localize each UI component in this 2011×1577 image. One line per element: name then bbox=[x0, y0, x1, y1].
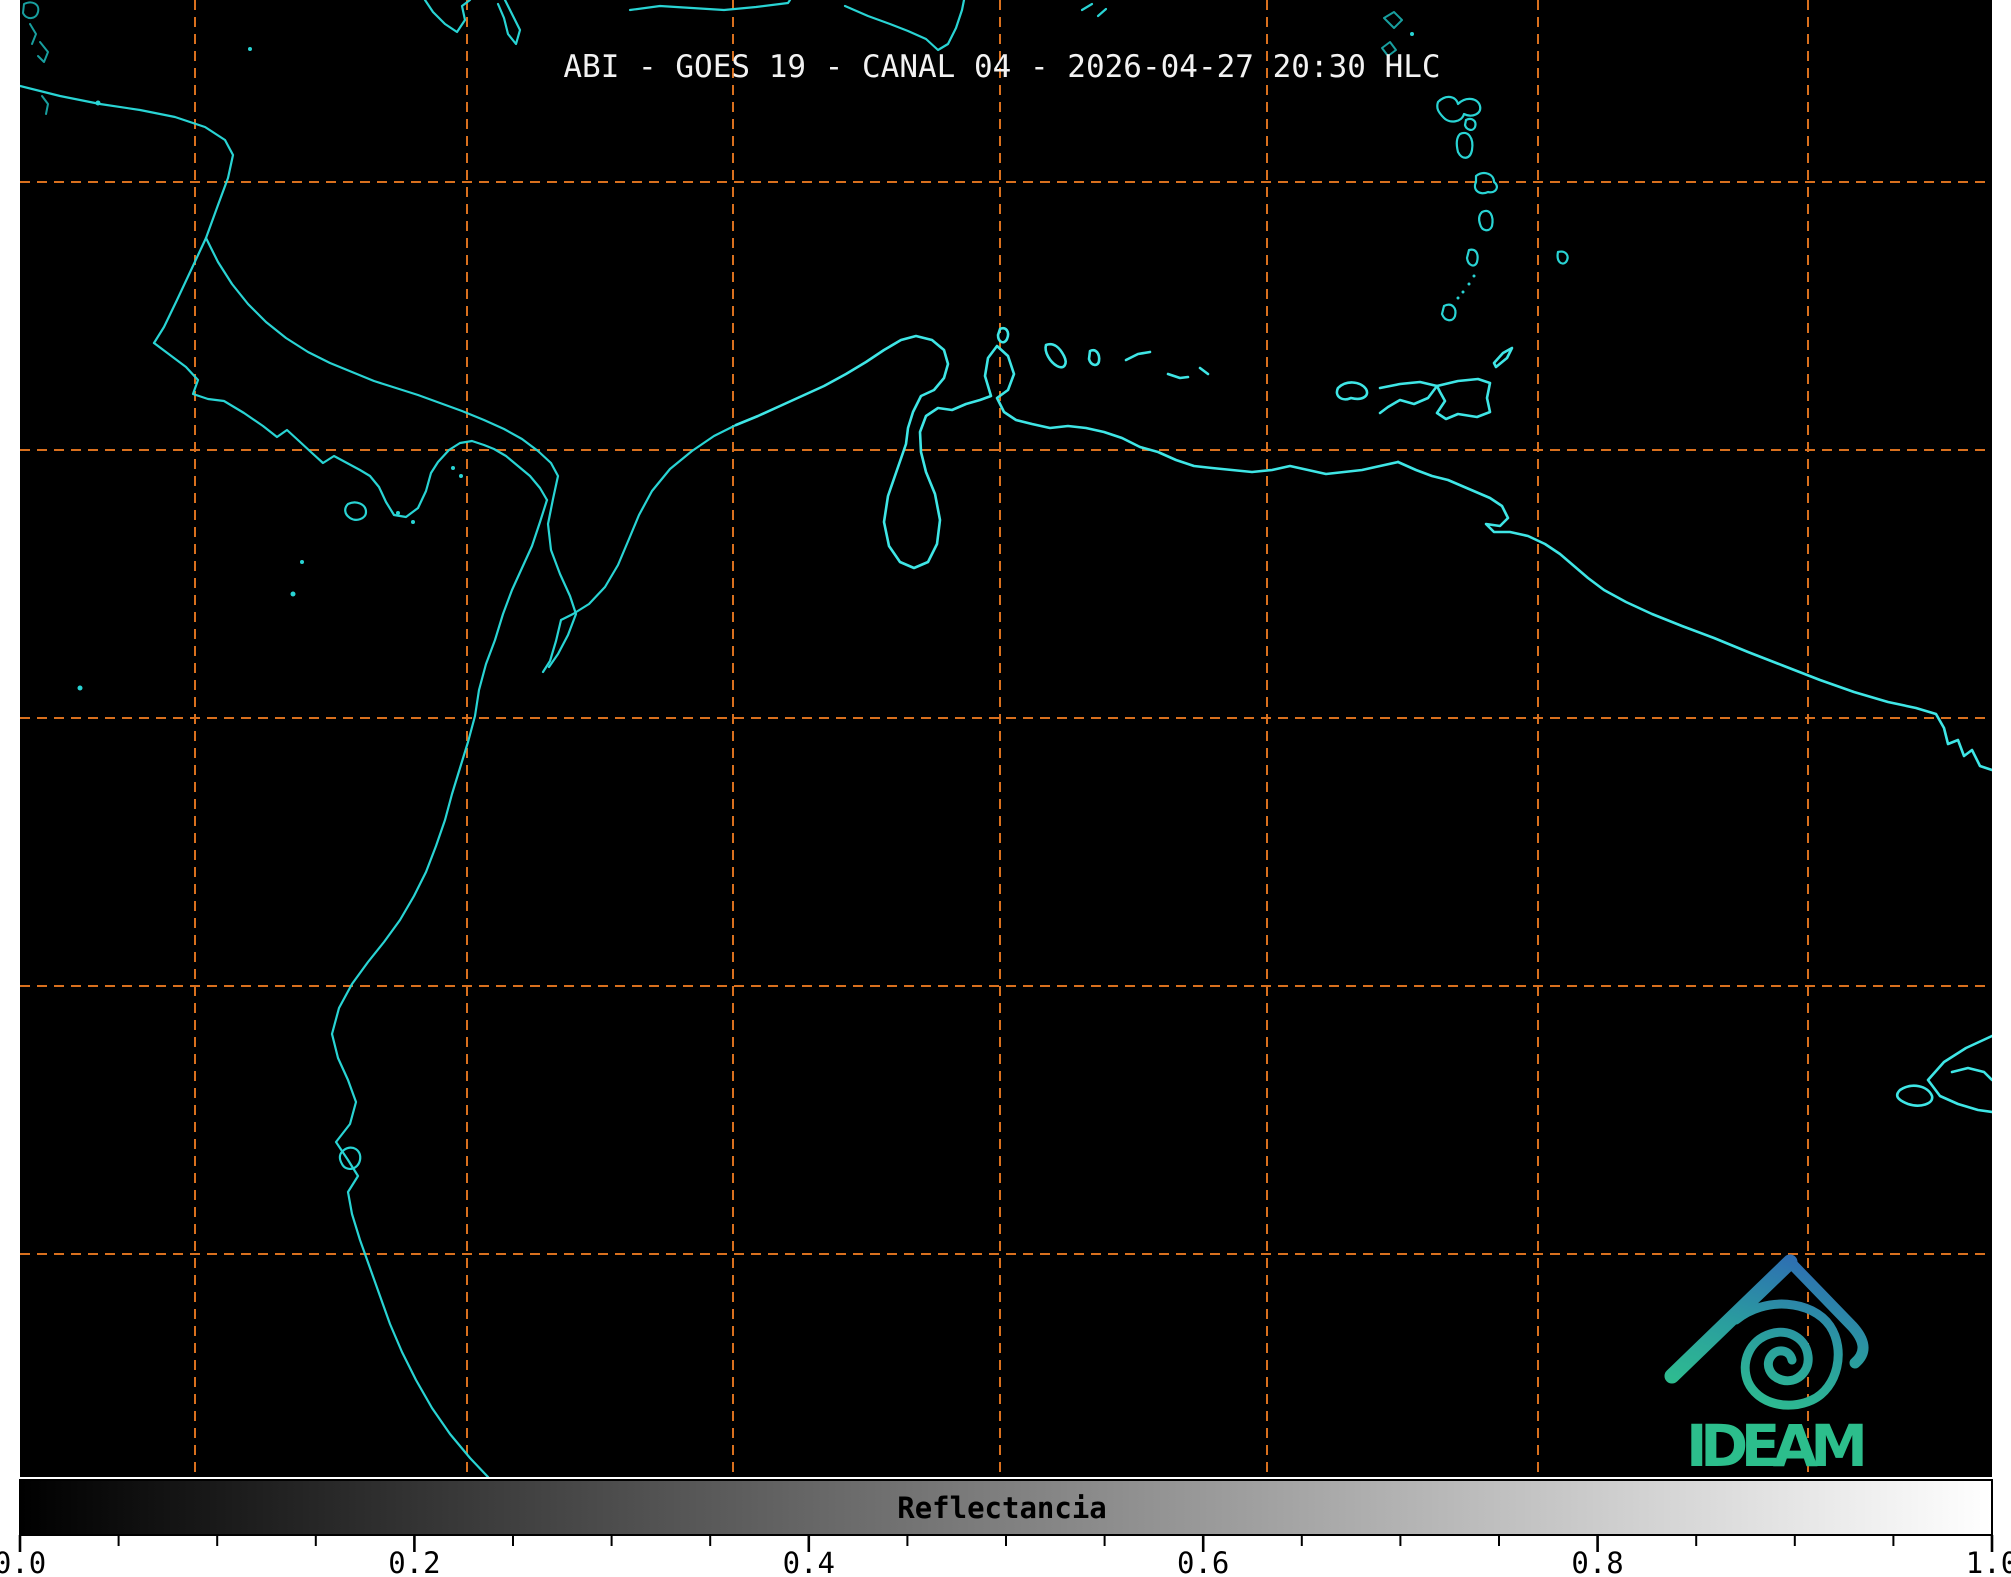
small-island-dot bbox=[78, 686, 83, 691]
small-island-dot bbox=[451, 466, 455, 470]
small-island-dot bbox=[411, 520, 415, 524]
colorbar-tick-label: 0.2 bbox=[388, 1546, 440, 1577]
small-island-dot bbox=[1473, 275, 1476, 278]
image-title: ABI - GOES 19 - CANAL 04 - 2026-04-27 20… bbox=[563, 49, 1440, 85]
small-island-dot bbox=[1410, 32, 1414, 36]
small-island-dot bbox=[396, 511, 400, 515]
small-island-dot bbox=[96, 101, 101, 106]
satellite-map-canvas: IDEAM ABI - GOES 19 - CANAL 04 - 2026-04… bbox=[0, 0, 2011, 1577]
colorbar-tick-labels: 0.0 0.2 0.4 0.6 0.8 1.0 bbox=[0, 1546, 2011, 1577]
small-island-dot bbox=[1468, 283, 1471, 286]
colorbar-ticks bbox=[20, 1535, 1992, 1552]
colorbar-tick-label: 0.4 bbox=[783, 1546, 835, 1577]
satellite-image-figure: IDEAM ABI - GOES 19 - CANAL 04 - 2026-04… bbox=[0, 0, 2011, 1577]
colorbar: 0.0 0.2 0.4 0.6 0.8 1.0 Reflectancia bbox=[0, 1480, 2011, 1577]
colorbar-tick-label: 0.6 bbox=[1177, 1546, 1229, 1577]
small-island-dot bbox=[248, 47, 252, 51]
small-island-dot bbox=[1457, 297, 1460, 300]
ideam-logo-text: IDEAM bbox=[1686, 1412, 1870, 1480]
colorbar-tick-label: 0.8 bbox=[1571, 1546, 1623, 1577]
colorbar-tick-label: 1.0 bbox=[1966, 1546, 2011, 1577]
small-island-dot bbox=[300, 560, 304, 564]
small-island-dot bbox=[459, 474, 463, 478]
small-island-dot bbox=[291, 592, 296, 597]
colorbar-label: Reflectancia bbox=[897, 1491, 1107, 1525]
colorbar-tick-label: 0.0 bbox=[0, 1546, 46, 1577]
map-background bbox=[20, 0, 1992, 1477]
small-island-dot bbox=[1462, 291, 1465, 294]
